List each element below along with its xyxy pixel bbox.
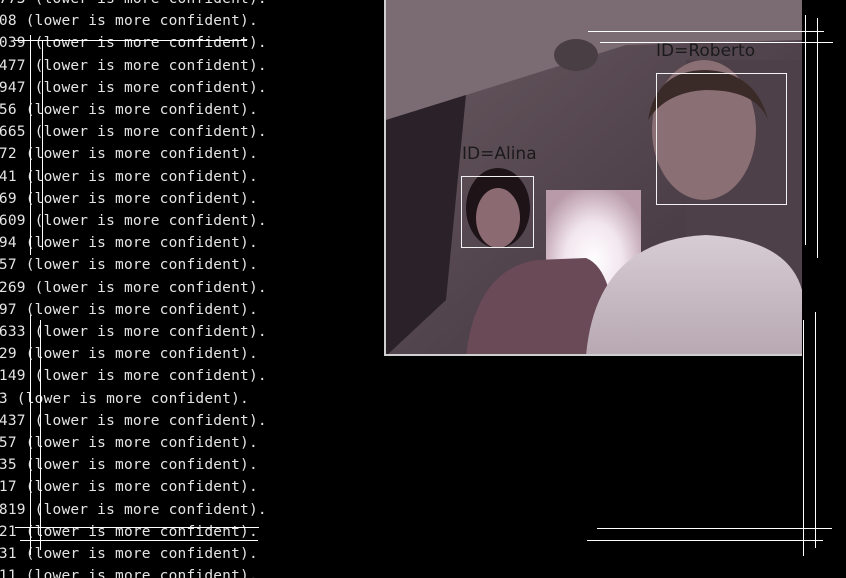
terminal-line: 257 (lower is more confident). [0,435,258,451]
terminal-line: 656 (lower is more confident). [0,102,258,118]
terminal-line: 2947 (lower is more confident). [0,79,267,96]
terminal-line: 211 (lower is more confident). [0,568,258,578]
terminal-line: 531 (lower is more confident). [0,546,258,562]
overlay-line [42,40,43,250]
face-box-alina [461,176,534,248]
terminal-line: 4773 (lower is more confident). [0,0,267,10]
terminal-line: 7665 (lower is more confident). [0,124,267,141]
camera-feed: ID=Alina ID=Roberto [384,0,802,356]
terminal-line: 308 (lower is more confident). [0,13,258,30]
overlay-line [40,320,41,550]
overlay-line [15,527,259,528]
face-label-alina: ID=Alina [462,144,537,164]
face-box-roberto [656,73,787,205]
overlay-line [600,42,833,43]
overlay-line [805,15,806,245]
terminal-output: 4773 (lower is more confident). 308 (lowe… [0,0,385,578]
overlay-line [803,320,804,556]
terminal-line: 935 (lower is more confident). [0,457,258,474]
overlay-line [597,528,832,529]
terminal-line: 7039 (lower is more confident). [0,35,267,52]
overlay-line [15,40,247,41]
terminal-line: 541 (lower is more confident). [0,168,258,185]
overlay-line [588,31,824,32]
overlay-line [815,312,816,548]
terminal-line: 0269 (lower is more confident). [0,279,267,296]
overlay-line [30,35,31,255]
terminal-line: 429 (lower is more confident). [0,346,258,363]
terminal-line: 969 (lower is more confident). [0,190,258,207]
terminal-line: 317 (lower is more confident). [0,479,258,496]
terminal-line: 4609 (lower is more confident). [0,213,267,229]
terminal-line: 094 (lower is more confident). [0,235,258,252]
terminal-line: 0477 (lower is more confident). [0,57,267,74]
terminal-line: 597 (lower is more confident). [0,301,258,318]
overlay-line [30,315,31,555]
face-label-roberto: ID=Roberto [656,41,756,61]
overlay-line [20,540,258,541]
terminal-line: 73 (lower is more confident). [0,390,249,407]
overlay-line [587,540,823,541]
terminal-line: 857 (lower is more confident). [0,257,258,274]
terminal-line: 072 (lower is more confident). [0,146,258,163]
overlay-line [817,18,818,258]
